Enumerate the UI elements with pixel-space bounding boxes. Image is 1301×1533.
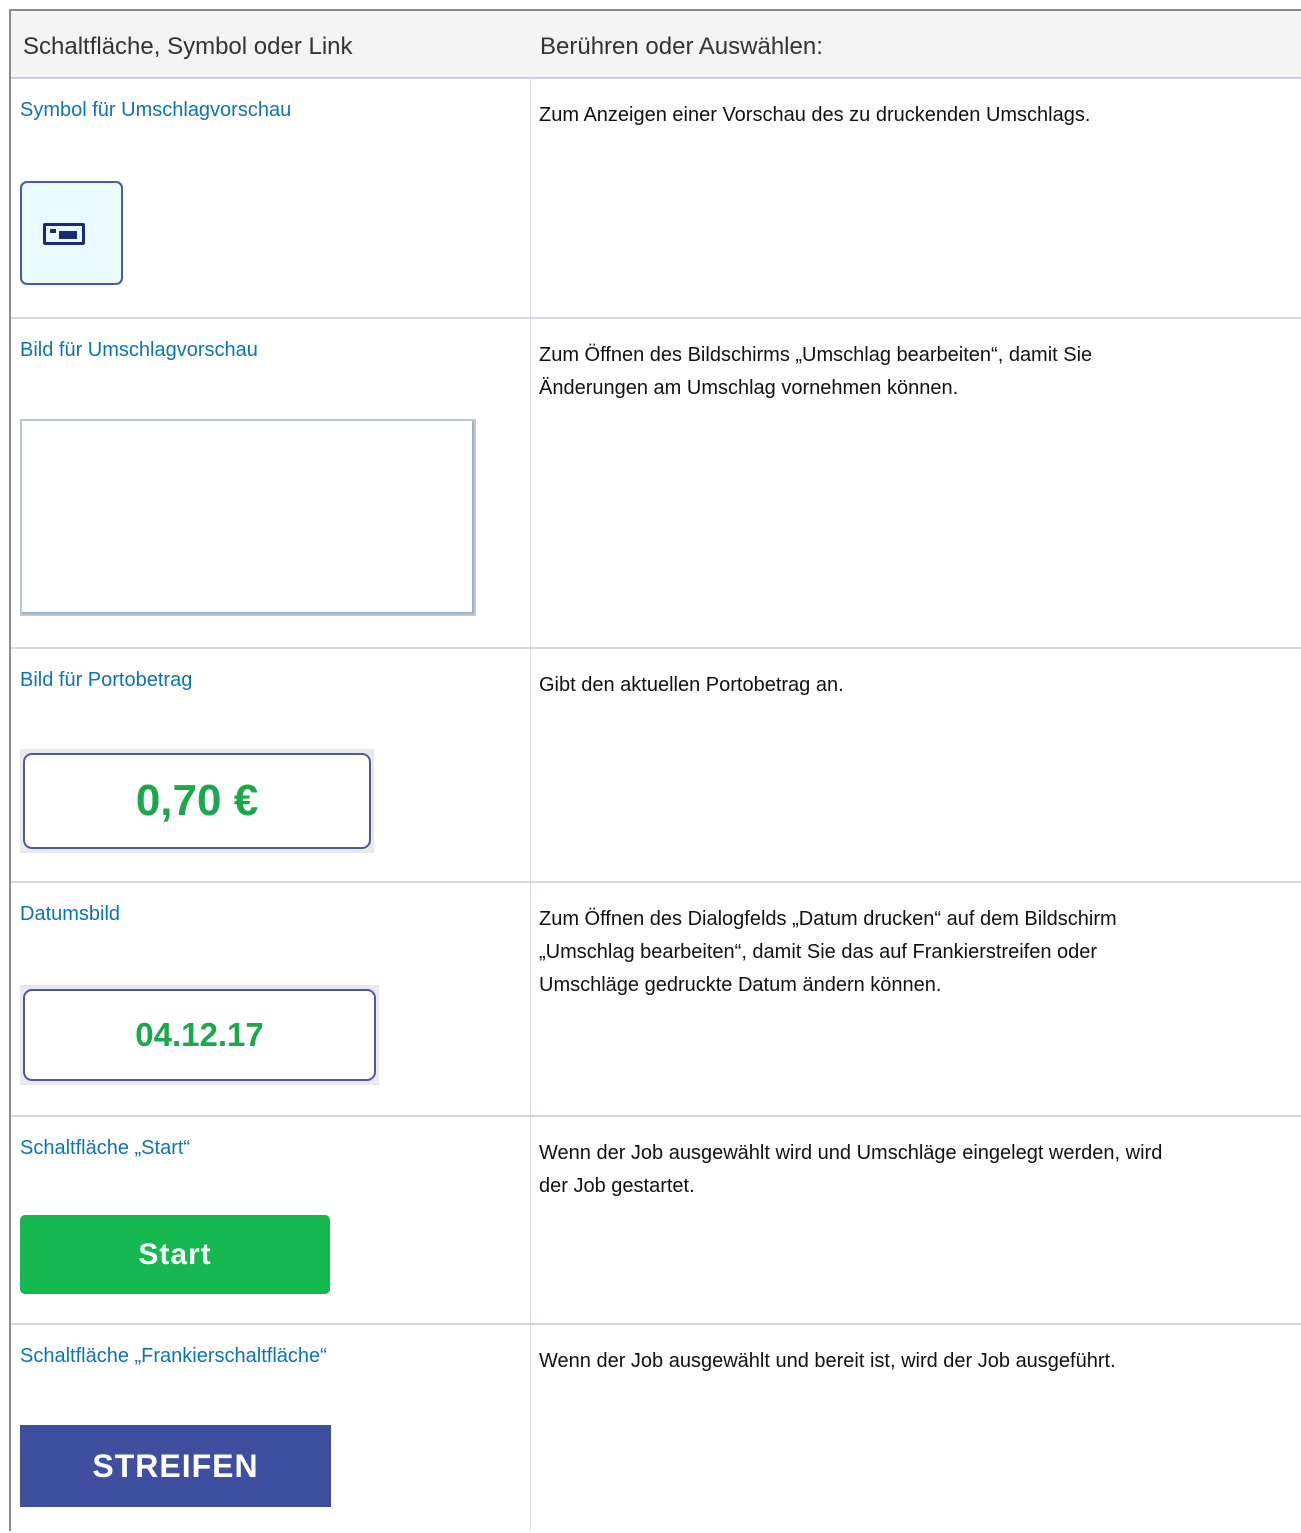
header-col-element: Schaltfläche, Symbol oder Link (23, 33, 353, 60)
date-image-sample[interactable]: 04.12.17 (20, 985, 379, 1085)
row-label-link[interactable]: Symbol für Umschlagvorschau (20, 99, 291, 122)
envelope-icon (43, 223, 85, 245)
header-col-action: Berühren oder Auswählen: (540, 33, 823, 60)
table-row: Bild für Portobetrag Gibt den aktuellen … (11, 649, 1301, 883)
row-description: Wenn der Job ausgewählt und bereit ist, … (539, 1350, 1116, 1372)
row-description: Wenn der Job ausgewählt wird und Umschlä… (539, 1142, 1163, 1197)
help-table: Schaltfläche, Symbol oder Link Berühren … (9, 9, 1301, 1531)
table-row: Schaltfläche „Frankierschaltfläche“ Wenn… (11, 1325, 1301, 1533)
start-button[interactable]: Start (20, 1215, 330, 1294)
table-row: Symbol für Umschlagvorschau Zum Anzeigen… (11, 79, 1301, 319)
date-value: 04.12.17 (23, 989, 376, 1081)
row-label-link[interactable]: Datumsbild (20, 903, 120, 926)
row-label-link[interactable]: Schaltfläche „Start“ (20, 1137, 190, 1160)
row-label-link[interactable]: Bild für Portobetrag (20, 669, 192, 692)
table-row: Bild für Umschlagvorschau Zum Öffnen des… (11, 319, 1301, 649)
postage-amount-sample: 0,70 € (20, 749, 374, 853)
envelope-preview-icon-sample[interactable] (20, 181, 123, 285)
postage-amount-value: 0,70 € (23, 753, 371, 849)
row-label-link[interactable]: Bild für Umschlagvorschau (20, 339, 258, 362)
row-description: Zum Öffnen des Bildschirms „Umschlag bea… (539, 344, 1093, 399)
row-description: Zum Anzeigen einer Vorschau des zu druck… (539, 104, 1091, 126)
table-row: Datumsbild Zum Öffnen des Dialogfelds „D… (11, 883, 1301, 1117)
row-description: Gibt den aktuellen Portobetrag an. (539, 674, 844, 696)
row-description: Zum Öffnen des Dialogfelds „Datum drucke… (539, 908, 1117, 996)
stamp-button[interactable]: STREIFEN (20, 1425, 331, 1507)
table-header: Schaltfläche, Symbol oder Link Berühren … (11, 11, 1301, 79)
table-row: Schaltfläche „Start“ Wenn der Job ausgew… (11, 1117, 1301, 1325)
envelope-preview-image-sample[interactable] (20, 419, 476, 616)
row-label-link[interactable]: Schaltfläche „Frankierschaltfläche“ (20, 1345, 327, 1368)
